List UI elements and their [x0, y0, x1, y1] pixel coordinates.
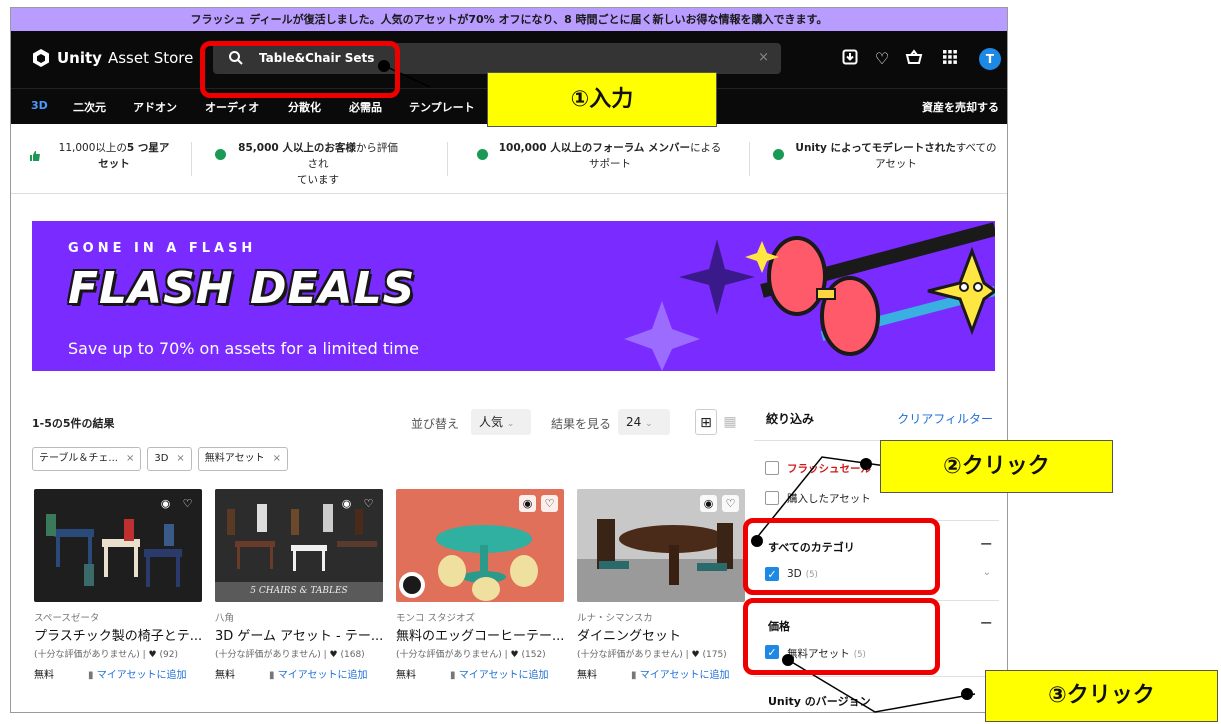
- screenshot-root: フラッシュ ディールが復活しました。人気のアセットが70% オフになり、8 時間…: [0, 0, 1221, 724]
- annotation-step-3: ③クリック: [985, 670, 1218, 722]
- category-highlight-box: [743, 518, 940, 595]
- annotation-step-2: ②クリック: [880, 440, 1113, 493]
- search-highlight-box: [200, 41, 400, 98]
- price-highlight-box: [743, 598, 940, 675]
- annotation-step-1: ①入力: [487, 72, 717, 127]
